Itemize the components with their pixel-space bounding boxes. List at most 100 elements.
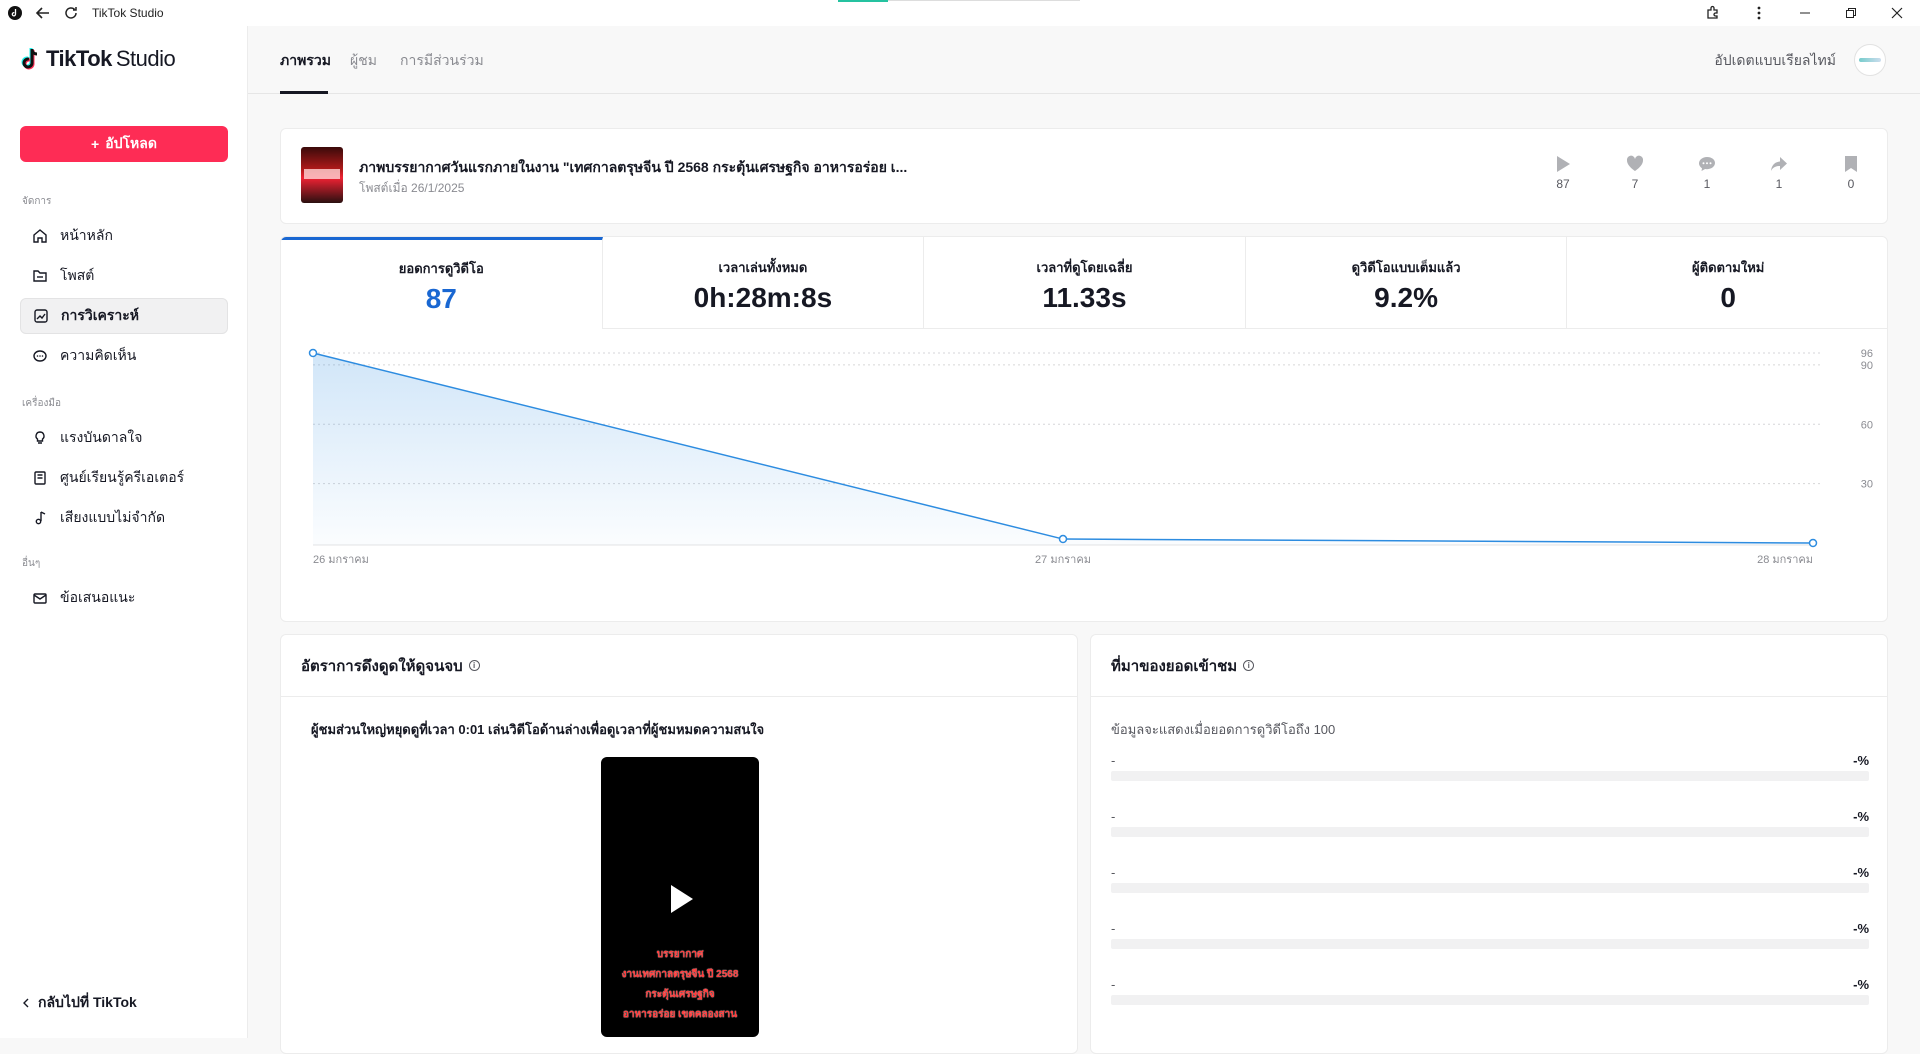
realtime-update-label: อัปเดตแบบเรียลไทม์	[1714, 52, 1836, 68]
back-arrow-icon[interactable]	[34, 4, 52, 22]
video-player[interactable]: บรรยากาศ งานเทศกาลตรุษจีน ปี 2568 กระตุ้…	[601, 757, 759, 1037]
metric-label: ผู้ติดตามใหม่	[1692, 260, 1765, 275]
top-tabs-bar: ภาพรวม ผู้ชม การมีส่วนร่วม อัปเดตแบบเรีย…	[248, 26, 1920, 94]
shares-count: 1	[1775, 177, 1783, 191]
source-percent: -%	[1853, 809, 1869, 824]
metric-label: ดูวิดีโอแบบเต็มแล้ว	[1351, 260, 1461, 275]
section-label-tools: เครื่องมือ	[22, 398, 61, 409]
traffic-source-header: ที่มาของยอดเข้าชม i	[1091, 635, 1887, 697]
window-title: TikTok Studio	[92, 6, 164, 20]
tiktok-app-icon	[6, 4, 24, 22]
list-item: - -%	[1111, 809, 1869, 849]
likes-count: 7	[1631, 177, 1639, 191]
metric-new-followers[interactable]: ผู้ติดตามใหม่ 0	[1567, 237, 1887, 329]
loading-track	[888, 0, 1080, 1]
lightbulb-icon	[35, 431, 45, 444]
metrics-card: ยอดการดูวิดีโอ 87 เวลาเล่นทั้งหมด 0h:28m…	[280, 236, 1888, 622]
sidebar-item-home[interactable]: หน้าหลัก	[20, 218, 228, 254]
chart-x-tick-label: 27 มกราคม	[1035, 554, 1091, 566]
chart-y-tick-label: 90	[1861, 360, 1873, 372]
metric-value: 0h:28m:8s	[693, 282, 833, 313]
avatar[interactable]	[1854, 44, 1886, 76]
chart-point[interactable]	[1808, 538, 1818, 548]
sidebar-item-label: โพสต์	[60, 267, 95, 283]
sidebar-item-label: ศูนย์เรียนรู้ครีเอเตอร์	[60, 469, 185, 485]
list-item: - -%	[1111, 865, 1869, 905]
reload-icon[interactable]	[62, 4, 80, 22]
chart-area-fill	[313, 353, 1813, 545]
comment-icon	[33, 350, 47, 362]
logo-suffix: Studio	[115, 46, 176, 71]
metric-value: 87	[425, 283, 457, 314]
play-icon	[1557, 156, 1570, 172]
analytics-icon	[34, 309, 48, 323]
section-label-other: อื่นๆ	[22, 558, 41, 569]
post-date: โพสต์เมื่อ 26/1/2025	[359, 181, 465, 195]
video-caption-line: อาหารอร่อย เขตคลองสาน	[622, 1009, 738, 1020]
sidebar-item-label: หน้าหลัก	[60, 227, 113, 243]
metric-watched-full-video[interactable]: ดูวิดีโอแบบเต็มแล้ว 9.2%	[1245, 237, 1568, 329]
sidebar-item-label: ข้อเสนอแนะ	[60, 589, 136, 605]
plus-icon: +	[91, 136, 100, 152]
tab-viewers[interactable]: ผู้ชม	[350, 50, 377, 72]
traffic-source-card: ที่มาของยอดเข้าชม i ข้อมูลจะแสดงเมื่อยอด…	[1090, 634, 1888, 1054]
tiktok-studio-logo[interactable]: TikTok Studio	[20, 46, 176, 72]
sidebar-item-analytics[interactable]: การวิเคราะห์	[20, 298, 228, 334]
metric-total-play-time[interactable]: เวลาเล่นทั้งหมด 0h:28m:8s	[602, 237, 925, 329]
close-icon[interactable]	[1874, 0, 1920, 26]
book-icon	[34, 471, 46, 485]
tab-engagement[interactable]: การมีส่วนร่วม	[400, 50, 484, 72]
sidebar-item-posts[interactable]: โพสต์	[20, 258, 228, 294]
back-to-tiktok-link[interactable]: กลับไปที่ TikTok	[22, 992, 137, 1014]
post-thumbnail[interactable]	[301, 147, 343, 203]
retention-description: ผู้ชมส่วนใหญ่หยุดดูที่เวลา 0:01 เล่นวิดี…	[311, 722, 765, 737]
sidebar-item-label: ความคิดเห็น	[60, 347, 137, 363]
tiktok-note-icon	[21, 48, 38, 70]
more-menu-icon[interactable]	[1736, 0, 1782, 26]
metric-average-watch-time[interactable]: เวลาที่ดูโดยเฉลี่ย 11.33s	[924, 237, 1246, 329]
sidebar-item-feedback[interactable]: ข้อเสนอแนะ	[20, 580, 228, 616]
source-percent: -%	[1853, 865, 1869, 880]
retention-title: อัตราการดึงดูดให้ดูจนจบ	[301, 657, 463, 675]
source-percent: -%	[1853, 921, 1869, 936]
video-caption-line: งานเทศกาลตรุษจีน ปี 2568	[621, 969, 739, 980]
play-icon[interactable]	[671, 885, 693, 913]
sidebar-item-comments[interactable]: ความคิดเห็น	[20, 338, 228, 374]
stat-shares: 1	[1759, 155, 1799, 191]
metric-label: เวลาที่ดูโดยเฉลี่ย	[1036, 260, 1133, 275]
info-icon[interactable]: i	[468, 660, 480, 671]
sidebar: TikTok Studio + อัปโหลด จัดการ หน้าหลัก …	[0, 26, 248, 1038]
logo-brand: TikTok	[46, 46, 112, 71]
info-icon[interactable]: i	[1243, 660, 1255, 671]
metric-label: ยอดการดูวิดีโอ	[398, 261, 484, 276]
plays-count: 87	[1556, 177, 1570, 191]
minimize-icon[interactable]	[1782, 0, 1828, 26]
sidebar-item-label: การวิเคราะห์	[61, 307, 139, 323]
chart-point[interactable]	[308, 348, 318, 358]
source-bar	[1111, 827, 1869, 837]
source-percent: -%	[1853, 753, 1869, 768]
post-title: ภาพบรรยากาศวันแรกภายในงาน "เทศกาลตรุษจีน…	[359, 159, 908, 175]
upload-button[interactable]: + อัปโหลด	[20, 126, 228, 162]
source-name: -	[1111, 977, 1116, 992]
extensions-icon[interactable]	[1690, 0, 1736, 26]
chart-x-tick-label: 26 มกราคม	[313, 554, 369, 566]
metric-value: 11.33s	[1042, 282, 1127, 313]
chart-x-tick-label: 28 มกราคม	[1757, 554, 1813, 566]
sidebar-item-inspiration[interactable]: แรงบันดาลใจ	[20, 420, 228, 456]
views-chart: 26 มกราคม 27 มกราคม 28 มกราคม 30 60 9096	[308, 348, 1873, 566]
music-icon	[35, 511, 46, 525]
source-bar	[1111, 883, 1869, 893]
tab-overview[interactable]: ภาพรวม	[280, 50, 331, 72]
sidebar-item-creator-academy[interactable]: ศูนย์เรียนรู้ครีเอเตอร์	[20, 460, 228, 496]
source-bar	[1111, 771, 1869, 781]
list-item: - -%	[1111, 977, 1869, 1017]
list-item: - -%	[1111, 921, 1869, 961]
restore-icon[interactable]	[1828, 0, 1874, 26]
chart-y-tick-label: 60	[1861, 419, 1873, 431]
sidebar-item-unlimited-sounds[interactable]: เสียงแบบไม่จำกัด	[20, 500, 228, 536]
chart-y-tick-label: 96	[1861, 348, 1873, 360]
source-bar	[1111, 995, 1869, 1005]
metric-video-views[interactable]: ยอดการดูวิดีโอ 87	[281, 237, 603, 329]
chart-point[interactable]	[1058, 534, 1068, 544]
